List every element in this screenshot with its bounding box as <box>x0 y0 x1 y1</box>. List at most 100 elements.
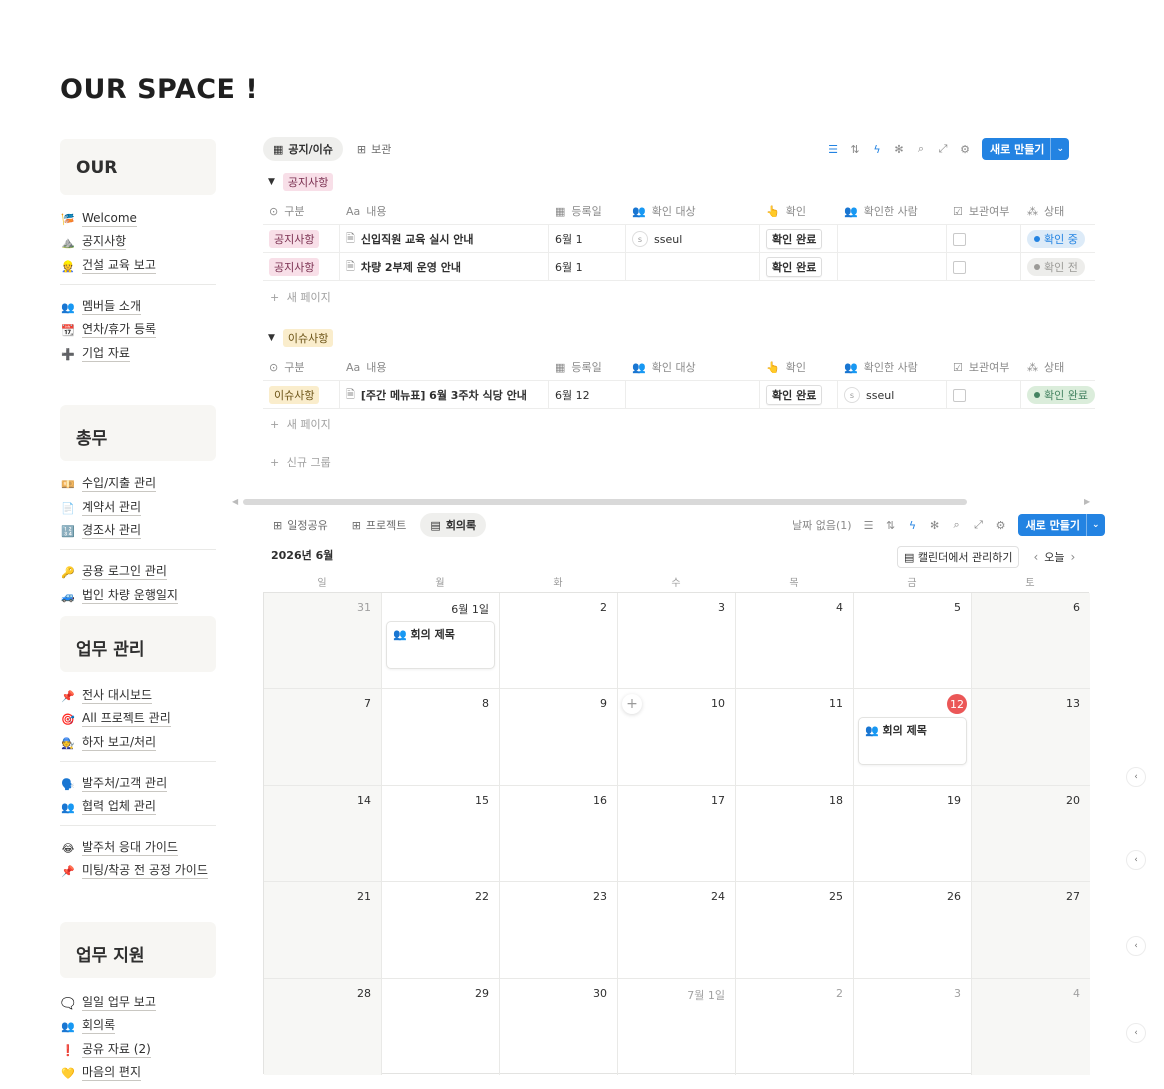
date-cell[interactable]: 6월 1 <box>555 225 583 253</box>
calendar-day-cell[interactable]: 15 <box>382 785 500 883</box>
column-header[interactable]: 👆 확인 <box>766 353 806 381</box>
calendar-day-cell[interactable]: 31 <box>264 593 382 690</box>
tab-notice-issue[interactable]: ▦ 공지/이슈 <box>263 137 343 161</box>
table-row[interactable]: 공지사항 🗎 신입직원 교육 실시 안내 6월 1 s sseul 확인 완료 확인 중 <box>263 225 1095 253</box>
column-header[interactable]: ☑ 보관여부 <box>953 353 1009 381</box>
today-button[interactable]: 오늘 <box>1044 549 1064 565</box>
settings-icon[interactable]: ⚙ <box>954 143 976 156</box>
calendar-day-cell[interactable]: 19 <box>854 785 972 883</box>
calendar-day-cell[interactable]: 24 <box>618 882 736 979</box>
calendar-day-cell[interactable]: 7 <box>264 689 382 786</box>
scroll-left-icon[interactable]: ◀ <box>232 497 238 506</box>
sidebar-item[interactable]: 📆 연차/휴가 등록 <box>60 320 157 340</box>
manage-in-calendar-button[interactable]: ▤ 캘린더에서 관리하기 <box>897 546 1020 568</box>
title-cell[interactable]: 🗎 차량 2부제 운영 안내 <box>346 253 461 281</box>
new-button[interactable]: 새로 만들기 ⌄ <box>1017 514 1105 536</box>
toggle-icon[interactable]: ▼ <box>268 333 275 343</box>
calendar-day-cell[interactable]: 14 <box>264 785 382 883</box>
column-header[interactable]: 👆 확인 <box>766 197 806 225</box>
tab-archive[interactable]: ⊞ 보관 <box>347 137 401 161</box>
calendar-day-cell[interactable]: 8 <box>382 689 500 786</box>
automation-icon[interactable]: ϟ <box>902 519 924 532</box>
comment-bubble-icon[interactable]: ‹ <box>1126 850 1146 870</box>
status-cell[interactable]: 확인 완료 <box>1027 381 1095 409</box>
calendar-day-cell[interactable]: 16 <box>500 785 618 883</box>
sort-icon[interactable]: ⇅ <box>844 143 866 156</box>
sidebar-item[interactable]: 🔑 공용 로그인 관리 <box>60 562 167 582</box>
filter-icon[interactable]: ☰ <box>858 519 880 532</box>
calendar-day-cell[interactable]: 3 <box>854 978 972 1075</box>
category-cell[interactable]: 공지사항 <box>269 253 320 281</box>
column-header[interactable]: Aa 내용 <box>346 197 387 225</box>
search-icon[interactable]: ⌕ <box>910 142 932 156</box>
column-header[interactable]: ⁂ 상태 <box>1027 353 1064 381</box>
calendar-day-cell[interactable]: 9 <box>500 689 618 786</box>
sidebar-item[interactable]: 👥 멤버들 소개 <box>60 297 142 317</box>
column-header[interactable]: 👥 확인한 사람 <box>844 353 918 381</box>
prev-month-icon[interactable]: ‹ <box>1033 550 1038 564</box>
target-cell[interactable]: s sseul <box>632 225 682 253</box>
calendar-day-cell[interactable]: 12 👥 회의 제목 <box>854 689 972 786</box>
new-button[interactable]: 새로 만들기 ⌄ <box>982 138 1069 160</box>
automation-icon[interactable]: ϟ <box>866 143 888 156</box>
calendar-day-cell[interactable]: 7월 1일 <box>618 978 736 1075</box>
horizontal-scrollbar[interactable] <box>243 499 967 505</box>
sidebar-item[interactable]: 📌 전사 대시보드 <box>60 686 153 706</box>
comment-bubble-icon[interactable]: ‹ <box>1126 1023 1146 1043</box>
calendar-day-cell[interactable]: 5 <box>854 593 972 690</box>
calendar-day-cell[interactable]: 26 <box>854 882 972 979</box>
calendar-day-cell[interactable]: 2 <box>500 593 618 690</box>
tab-project[interactable]: ⊞ 프로젝트 <box>342 513 417 537</box>
toggle-icon[interactable]: ▼ <box>268 177 275 187</box>
sidebar-item[interactable]: ❗ 공유 자료 (2) <box>60 1040 151 1060</box>
column-header[interactable]: Aa 내용 <box>346 353 387 381</box>
calendar-day-cell[interactable]: 20 <box>972 785 1090 883</box>
confirm-button[interactable]: 확인 완료 <box>766 257 823 277</box>
calendar-day-cell[interactable]: 3 <box>618 593 736 690</box>
loading-icon[interactable]: ✻ <box>924 519 946 532</box>
column-header[interactable]: ▦ 등록일 <box>555 197 602 225</box>
calendar-day-cell[interactable]: 6 <box>972 593 1090 690</box>
sidebar-item[interactable]: 🧑‍🔧 하자 보고/처리 <box>60 733 157 753</box>
filter-icon[interactable]: ☰ <box>822 143 844 156</box>
sidebar-item[interactable]: 💛 마음의 편지 <box>60 1063 142 1083</box>
calendar-day-cell[interactable]: 23 <box>500 882 618 979</box>
sidebar-item[interactable]: 👥 협력 업체 관리 <box>60 797 156 817</box>
column-header[interactable]: 👥 확인 대상 <box>632 197 696 225</box>
scroll-right-icon[interactable]: ▶ <box>1084 497 1090 506</box>
sidebar-item[interactable]: ➕ 기업 자료 <box>60 344 130 364</box>
calendar-day-cell[interactable]: 2 <box>736 978 854 1075</box>
column-header[interactable]: ⊙ 구분 <box>269 197 304 225</box>
comment-bubble-icon[interactable]: ‹ <box>1126 767 1146 787</box>
sidebar-item[interactable]: 🎯 All 프로젝트 관리 <box>60 709 171 729</box>
sidebar-item[interactable]: 😂 발주처 응대 가이드 <box>60 838 178 858</box>
title-cell[interactable]: 🗎 [주간 메뉴표] 6월 3주차 식당 안내 <box>346 381 527 409</box>
calendar-day-cell[interactable]: 22 <box>382 882 500 979</box>
new-group-button[interactable]: + 신규 그룹 <box>270 454 331 470</box>
calendar-day-cell[interactable]: 4 <box>972 978 1090 1075</box>
calendar-day-cell[interactable]: 28 <box>264 978 382 1075</box>
event-card[interactable]: 👥 회의 제목 <box>858 717 967 766</box>
settings-icon[interactable]: ⚙ <box>990 519 1012 532</box>
checker-cell[interactable]: s sseul <box>844 381 894 409</box>
no-date-button[interactable]: 날짜 없음(1) <box>792 517 852 533</box>
calendar-day-cell[interactable]: 27 <box>972 882 1090 979</box>
table-row[interactable]: 공지사항 🗎 차량 2부제 운영 안내 6월 1 확인 완료 확인 전 <box>263 253 1095 281</box>
sidebar-item[interactable]: 🔢 경조사 관리 <box>60 521 142 541</box>
calendar-day-cell[interactable]: 4 <box>736 593 854 690</box>
archive-checkbox[interactable] <box>953 232 966 246</box>
calendar-day-cell[interactable]: 29 <box>382 978 500 1075</box>
sidebar-item[interactable]: ⛰️ 공지사항 <box>60 232 127 252</box>
sidebar-item[interactable]: 🗣️ 발주처/고객 관리 <box>60 774 168 794</box>
calendar-day-cell[interactable]: 17 <box>618 785 736 883</box>
calendar-day-cell[interactable]: 25 <box>736 882 854 979</box>
date-cell[interactable]: 6월 12 <box>555 381 590 409</box>
column-header[interactable]: ☑ 보관여부 <box>953 197 1009 225</box>
status-cell[interactable]: 확인 중 <box>1027 225 1085 253</box>
column-header[interactable]: ▦ 등록일 <box>555 353 602 381</box>
title-cell[interactable]: 🗎 신입직원 교육 실시 안내 <box>346 225 474 253</box>
comment-bubble-icon[interactable]: ‹ <box>1126 936 1146 956</box>
archive-checkbox[interactable] <box>953 388 966 402</box>
column-header[interactable]: ⁂ 상태 <box>1027 197 1064 225</box>
calendar-day-cell[interactable]: 21 <box>264 882 382 979</box>
